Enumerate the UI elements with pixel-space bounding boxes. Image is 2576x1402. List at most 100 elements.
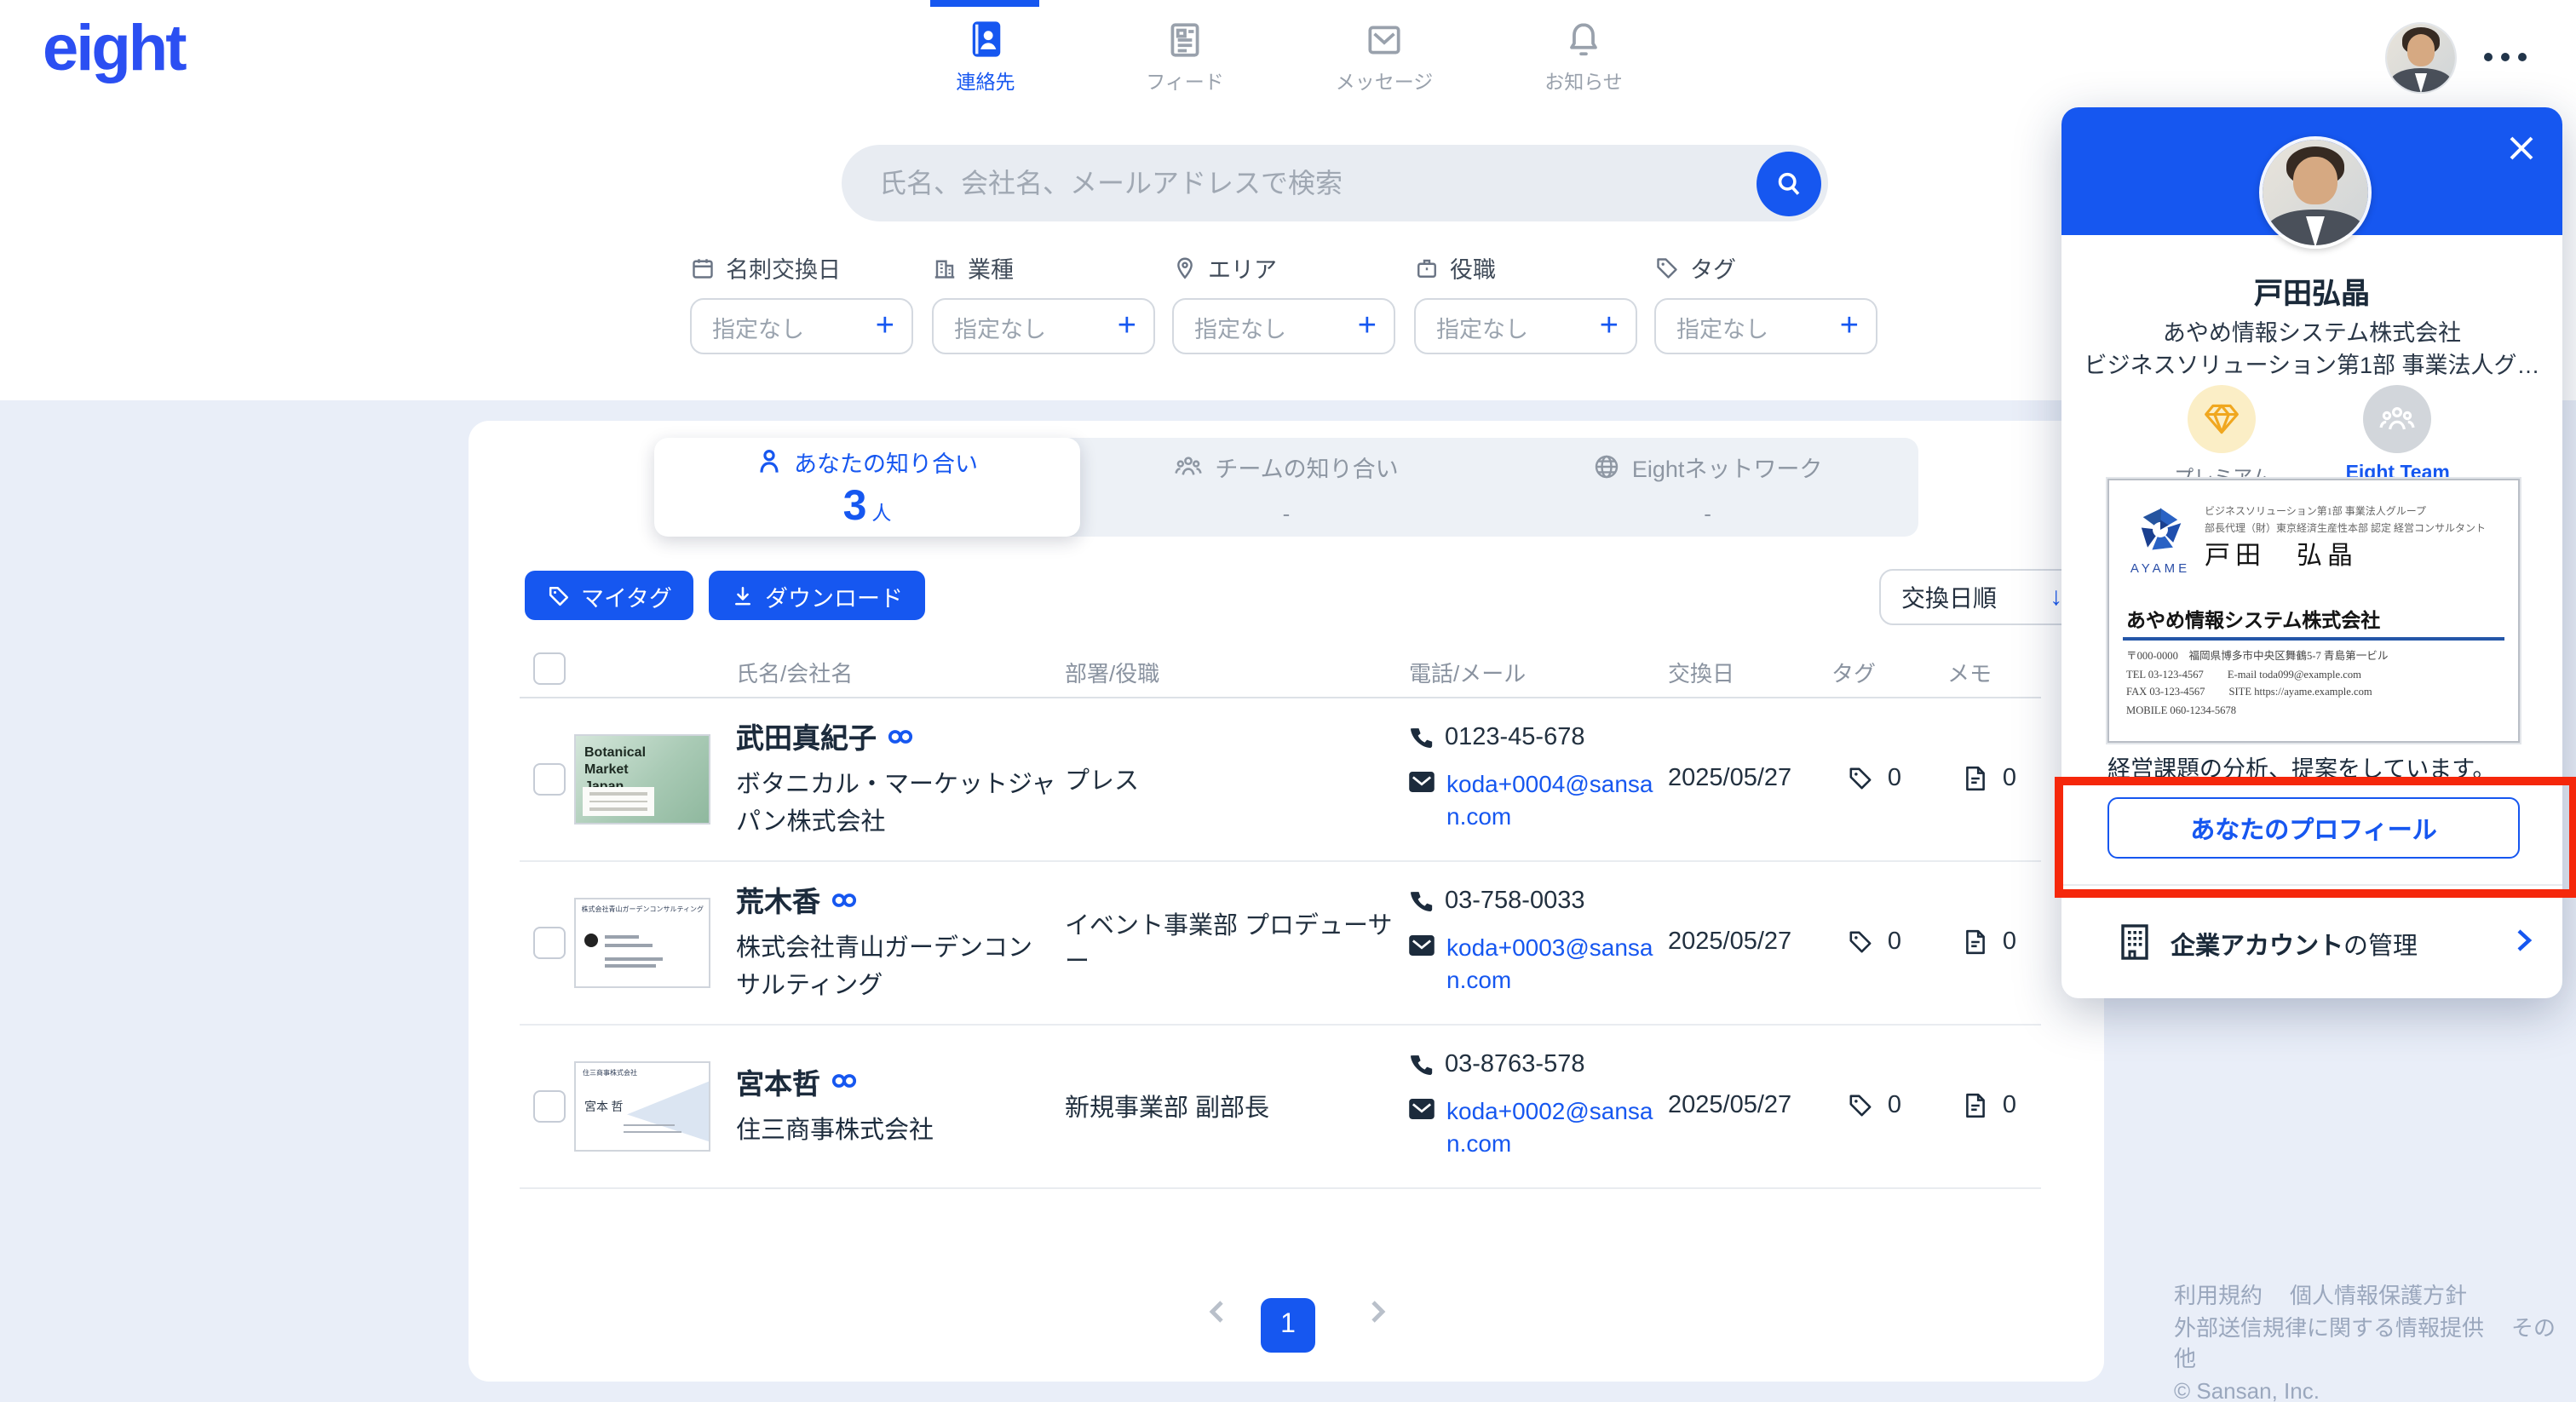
business-card-thumbnail[interactable]: 株式会社青山ガーデンコンサルティング [574, 898, 710, 988]
company-account-row[interactable]: 企業アカウントの管理 [2061, 886, 2562, 998]
tag-count: 0 [1888, 1092, 1901, 1119]
avatar-photo [2387, 24, 2455, 92]
envelope-icon [1409, 772, 1435, 792]
business-card-thumbnail[interactable]: 住三商事株式会社 宮本 哲 [574, 1061, 710, 1152]
filter-industry-select[interactable]: 指定なし+ [932, 298, 1155, 354]
tab-team-contacts[interactable]: チームの知り合い - [1076, 438, 1498, 537]
search-button[interactable] [1757, 151, 1821, 215]
filter-title-select[interactable]: 指定なし+ [1414, 298, 1637, 354]
download-label: ダウンロード [765, 578, 903, 612]
search-bar [842, 145, 1828, 221]
business-card-thumbnail[interactable]: BotanicalMarketJapan [574, 734, 710, 825]
page-current[interactable]: 1 [1261, 1298, 1315, 1353]
download-icon [731, 583, 755, 607]
filter-value: 指定なし [954, 309, 1046, 343]
next-page-icon[interactable] [1363, 1298, 1390, 1325]
row-checkbox[interactable] [533, 1090, 566, 1123]
filter-area-select[interactable]: 指定なし+ [1172, 298, 1395, 354]
card-underline [2123, 637, 2504, 641]
contact-dept: プレス [1065, 697, 1406, 860]
nav-tab-label: お知らせ [1544, 68, 1623, 95]
filter-tag-select[interactable]: 指定なし + [1654, 298, 1877, 354]
filter-label: 役職 [1450, 250, 1496, 284]
sort-selector[interactable]: 交換日順 ↓AZ [1879, 569, 2092, 625]
search-icon [1774, 168, 1804, 198]
tag-icon [1847, 765, 1874, 792]
profile-avatar[interactable] [2259, 136, 2372, 249]
footer-link-external[interactable]: 外部送信規律に関する情報提供 [2174, 1314, 2484, 1340]
col-name: 氏名/会社名 [736, 656, 853, 688]
eight-logo[interactable]: eight [43, 14, 185, 87]
team-icon [1174, 454, 1203, 478]
calendar-icon [690, 255, 716, 280]
profile-popup: 戸田弘晶 あやめ情報システム株式会社 ビジネスソリューション第1部 事業法人グ…… [2061, 107, 2562, 998]
team-icon[interactable] [2364, 385, 2432, 453]
profile-status-message: 経営課題の分析、提案をしています。 [2107, 750, 2496, 784]
plus-icon: + [1600, 310, 1619, 342]
row-checkbox[interactable] [533, 763, 566, 796]
filter-value: 指定なし [1676, 309, 1768, 343]
your-profile-button[interactable]: あなたのプロフィール [2107, 797, 2520, 859]
nav-tab-messages[interactable]: メッセージ [1285, 0, 1484, 109]
close-icon[interactable] [2504, 131, 2539, 165]
exchange-date: 2025/05/27 [1668, 860, 1821, 1024]
chevron-right-icon [2511, 927, 2535, 954]
contact-email[interactable]: koda+0003@sansan.com [1446, 932, 1665, 997]
contact-name[interactable]: 宮本哲 [736, 1061, 820, 1102]
contacts-panel: チームの知り合い - Eightネットワーク - あなたの知り合い 3人 [469, 421, 2104, 1382]
tab-count: - [1283, 500, 1291, 526]
nav-tab-label: 連絡先 [957, 68, 1015, 95]
filter-area: エリア 指定なし+ [1172, 252, 1395, 354]
nav-tab-contacts[interactable]: 連絡先 [886, 0, 1085, 109]
col-contact: 電話/メール [1409, 656, 1526, 688]
filter-industry: 業種 指定なし+ [932, 252, 1155, 354]
tab-label: チームの知り合い [1215, 449, 1398, 483]
mytag-button[interactable]: マイタグ [525, 571, 694, 620]
contact-card-icon [963, 15, 1008, 63]
card-name: 戸田 弘晶 [2205, 537, 2358, 572]
footer-link-privacy[interactable]: 個人情報保護方針 [2290, 1283, 2467, 1308]
ayame-logo: AYAME [2126, 503, 2194, 576]
mail-icon [1363, 15, 1406, 63]
row-checkbox[interactable] [533, 927, 566, 959]
footer-copyright: © Sansan, Inc. [2174, 1377, 2320, 1402]
active-tab-indicator [930, 0, 1039, 7]
contact-company: 住三商事株式会社 [736, 1114, 1056, 1150]
nav-tab-notifications[interactable]: お知らせ [1484, 0, 1683, 109]
filter-value: 指定なし [1194, 309, 1286, 343]
phone-icon [1409, 726, 1433, 750]
contact-email[interactable]: koda+0002@sansan.com [1446, 1095, 1665, 1160]
table-row[interactable]: 住三商事株式会社 宮本 哲 宮本哲 住三商事株式会社 新規事業部 副部長 03-… [469, 1024, 2104, 1187]
tag-icon [1654, 255, 1680, 280]
footer-link-terms[interactable]: 利用規約 [2174, 1283, 2263, 1308]
prev-page-icon[interactable] [1205, 1298, 1232, 1325]
search-input[interactable] [876, 145, 1683, 225]
tab-label: あなたの知り合い [794, 444, 978, 478]
plus-icon: + [1840, 310, 1859, 342]
sort-label: 交換日順 [1901, 580, 1997, 614]
account-label-rest: の管理 [2343, 934, 2418, 961]
office-building-icon [2116, 922, 2153, 962]
profile-company: あやめ情報システム株式会社 [2061, 313, 2562, 348]
top-bar: eight 連絡先 フィード メッセージ [0, 0, 2576, 116]
contact-count-unit: 人 [871, 498, 891, 526]
select-all-checkbox[interactable] [533, 652, 566, 685]
nav-tab-feed[interactable]: フィード [1085, 0, 1285, 109]
contact-name[interactable]: 武田真紀子 [736, 716, 877, 757]
my-business-card[interactable]: AYAME ビジネスソリューション第1部 事業法人グループ 部長代理（財）東京経… [2107, 479, 2520, 743]
person-icon [756, 447, 782, 474]
table-row[interactable]: 株式会社青山ガーデンコンサルティング 荒木香 株式会社青山ガーデンコンサルティン… [469, 860, 2104, 1024]
envelope-icon [1409, 935, 1435, 956]
contact-name[interactable]: 荒木香 [736, 880, 820, 921]
premium-badge: プレミアム [2174, 385, 2270, 491]
table-row[interactable]: BotanicalMarketJapan 武田真紀子 ボタニカル・マーケットジャ… [469, 697, 2104, 860]
more-menu-icon[interactable] [2484, 53, 2527, 61]
contact-email[interactable]: koda+0004@sansan.com [1446, 768, 1665, 833]
tab-your-contacts[interactable]: あなたの知り合い 3人 [654, 438, 1080, 537]
download-button[interactable]: ダウンロード [709, 571, 925, 620]
link-icon [887, 727, 912, 746]
filter-exchange-date-select[interactable]: 指定なし+ [690, 298, 913, 354]
memo-icon [1964, 1092, 1989, 1119]
user-avatar[interactable] [2385, 22, 2457, 94]
tab-eight-network[interactable]: Eightネットワーク - [1497, 438, 1918, 537]
